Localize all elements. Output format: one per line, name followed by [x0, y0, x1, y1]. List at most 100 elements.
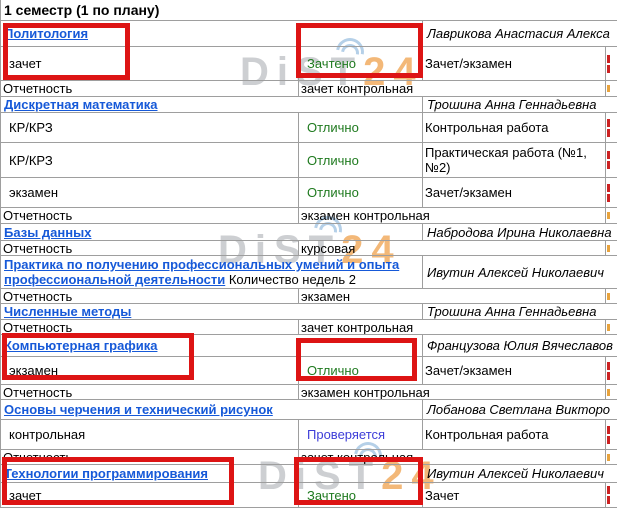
clipped-text-mark — [607, 454, 610, 461]
report-label: Отчетность — [1, 241, 299, 255]
report-row: Отчетностьэкзамен контрольная — [1, 208, 617, 224]
grade-value: Проверяется — [307, 427, 385, 442]
grade-cell: Отлично — [299, 143, 423, 177]
teacher-name: Трошина Анна Геннадьевна — [423, 304, 617, 319]
teacher-name: Лобанова Светлана Викторо — [423, 400, 617, 419]
clipped-text-mark — [607, 184, 610, 192]
grade-value: Отлично — [307, 185, 359, 200]
course-name-cell: Политология — [1, 21, 423, 46]
clipped-text-mark — [607, 119, 610, 127]
clipped-text-mark — [607, 85, 610, 92]
course-extra-text: Количество недель 2 — [225, 272, 356, 287]
course-name-cell: Основы черчения и технический рисунок — [1, 400, 423, 419]
report-value: зачет контрольная — [299, 320, 606, 334]
course-row: Базы данныхНабродова Ирина Николаевна — [1, 224, 617, 241]
course-link[interactable]: Основы черчения и технический рисунок — [4, 402, 273, 417]
clipped-edge-cell — [606, 483, 617, 507]
report-row: Отчетностьзачет контрольная — [1, 320, 617, 335]
teacher-name: Ивутин Алексей Николаевич — [423, 256, 617, 288]
clipped-edge-cell — [606, 450, 617, 464]
clipped-text-mark — [607, 426, 610, 434]
grade-cell: Зачтено — [299, 47, 423, 80]
course-row: Практика по получению профессиональных у… — [1, 256, 617, 289]
grade-value: Отлично — [307, 363, 359, 378]
work-type: Зачет — [423, 483, 606, 507]
clipped-text-mark — [607, 372, 610, 380]
course-name-text: Дискретная математика — [4, 97, 158, 112]
clipped-text-mark — [607, 324, 610, 331]
course-link[interactable]: Базы данных — [4, 225, 91, 240]
clipped-edge-cell — [606, 178, 617, 207]
grade-row: зачетЗачтеноЗачет/экзамен — [1, 47, 617, 81]
course-row: Технологии программирования Ивутин Алексе… — [1, 465, 617, 483]
grade-cell: Отлично — [299, 357, 423, 384]
teacher-name: Трошина Анна Геннадьевна — [423, 97, 617, 112]
report-label: Отчетность — [1, 320, 299, 334]
grade-row: КР/КРЗОтличноПрактическая работа (№1, №2… — [1, 143, 617, 178]
course-row: Дискретная математика Трошина Анна Геннад… — [1, 97, 617, 113]
course-name-text: Политология — [4, 26, 88, 41]
course-name-cell: Дискретная математика — [1, 97, 423, 112]
clipped-edge-cell — [606, 47, 617, 80]
clipped-text-mark — [607, 486, 610, 494]
course-link[interactable]: Технологии программирования — [4, 466, 208, 481]
assessment-type: контрольная — [1, 420, 299, 449]
course-link[interactable]: Политология — [4, 26, 88, 41]
clipped-text-mark — [607, 55, 610, 63]
clipped-edge-cell — [606, 241, 617, 255]
teacher-name: Французова Юлия Вячеславов — [423, 335, 617, 356]
grade-row: КР/КРЗ Отлично Контрольная работа — [1, 113, 617, 143]
course-row: Компьютерная графика Французова Юлия Вяче… — [1, 335, 617, 357]
clipped-text-mark — [607, 65, 610, 73]
clipped-text-mark — [607, 293, 610, 300]
clipped-text-mark — [607, 496, 610, 504]
report-label: Отчетность — [1, 81, 299, 96]
grade-row: контрольная Проверяется Контрольная работа — [1, 420, 617, 450]
gradebook-screen: DiST24DiST24DiST24 1 семестр (1 по плану… — [0, 0, 617, 508]
semester-table: 1 семестр (1 по плану) ПолитологияЛаврик… — [0, 0, 617, 508]
course-link[interactable]: Компьютерная графика — [4, 338, 157, 353]
assessment-type: КР/КРЗ — [1, 113, 299, 142]
report-value: зачет контрольная — [299, 450, 606, 464]
clipped-edge-cell — [606, 385, 617, 399]
report-value: экзамен контрольная — [299, 208, 606, 223]
grade-value: Зачтено — [307, 56, 356, 71]
clipped-text-mark — [607, 362, 610, 370]
course-name-text: Технологии программирования — [4, 466, 208, 481]
assessment-type: экзамен — [1, 357, 299, 384]
clipped-edge-cell — [606, 81, 617, 96]
work-type: Зачет/экзамен — [423, 357, 606, 384]
course-link[interactable]: Численные методы — [4, 304, 131, 319]
course-link[interactable]: Дискретная математика — [4, 97, 158, 112]
clipped-edge-cell — [606, 289, 617, 303]
clipped-edge-cell — [606, 143, 617, 177]
clipped-edge-cell — [606, 320, 617, 334]
report-label: Отчетность — [1, 208, 299, 223]
report-row: Отчетностьзачет контрольная — [1, 450, 617, 465]
course-name-text: Численные методы — [4, 304, 131, 319]
report-label: Отчетность — [1, 385, 299, 399]
grade-row: экзаменОтличноЗачет/экзамен — [1, 178, 617, 208]
clipped-edge-cell — [606, 208, 617, 223]
grade-cell: Проверяется — [299, 420, 423, 449]
grade-row: зачетЗачтеноЗачет — [1, 483, 617, 508]
report-value: зачет контрольная — [299, 81, 606, 96]
assessment-type: КР/КРЗ — [1, 143, 299, 177]
clipped-text-mark — [607, 161, 610, 169]
grade-value: Отлично — [307, 120, 359, 135]
work-type: Практическая работа (№1, №2) — [423, 143, 606, 177]
course-name-cell: Практика по получению профессиональных у… — [1, 256, 423, 288]
course-name-text: Практика по получению профессиональных у… — [4, 257, 420, 287]
course-row: Основы черчения и технический рисунок Лоб… — [1, 400, 617, 420]
grade-cell: Отлично — [299, 178, 423, 207]
work-type: Зачет/экзамен — [423, 178, 606, 207]
work-type: Контрольная работа — [423, 420, 606, 449]
teacher-name: Ивутин Алексей Николаевич — [423, 465, 617, 482]
report-value: экзамен — [299, 289, 606, 303]
assessment-type: зачет — [1, 47, 299, 80]
report-value: экзамен контрольная — [299, 385, 606, 399]
clipped-text-mark — [607, 245, 610, 252]
work-type: Контрольная работа — [423, 113, 606, 142]
clipped-edge-cell — [606, 420, 617, 449]
clipped-text-mark — [607, 389, 610, 396]
